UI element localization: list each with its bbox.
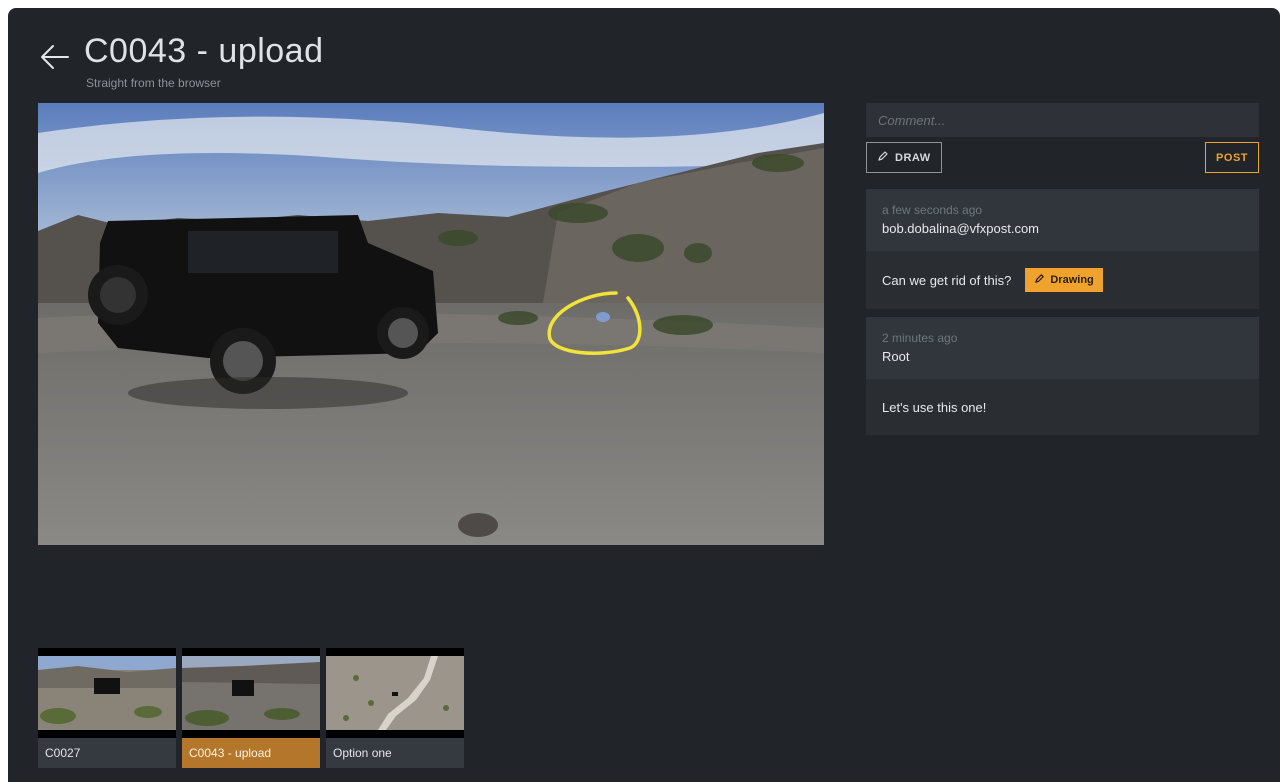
comment-header: a few seconds ago bob.dobalina@vfxpost.c… [866, 189, 1259, 251]
thumbnail-option-one[interactable]: Option one [326, 648, 464, 768]
media-viewer[interactable] [38, 103, 824, 545]
thumbnail-label: C0043 - upload [182, 738, 320, 768]
comment-timestamp: a few seconds ago [882, 203, 983, 217]
thumbnail-image [38, 648, 176, 738]
app-window: C0043 - upload Straight from the browser [8, 8, 1280, 782]
pencil-icon [877, 150, 889, 165]
comment-card: a few seconds ago bob.dobalina@vfxpost.c… [866, 189, 1259, 309]
comment-body: Let's use this one! [866, 379, 1259, 435]
comment-actions: DRAW POST [866, 137, 1259, 181]
comment-text: Let's use this one! [882, 399, 987, 415]
comment-author: Root [882, 349, 910, 364]
back-arrow-icon[interactable] [38, 40, 72, 74]
comment-panel: DRAW POST a few seconds ago bob.dobalina… [866, 103, 1259, 435]
filmstrip: C0027 C0043 - upload Option one [38, 648, 464, 768]
page-subtitle: Straight from the browser [86, 76, 221, 90]
draw-button-label: DRAW [895, 151, 931, 164]
draw-button[interactable]: DRAW [866, 142, 942, 173]
comment-header: 2 minutes ago Root [866, 317, 1259, 379]
drawing-badge-label: Drawing [1050, 274, 1094, 286]
thumbnail-c0027[interactable]: C0027 [38, 648, 176, 768]
pencil-icon [1034, 273, 1045, 287]
comment-body: Can we get rid of this? Drawing [866, 251, 1259, 309]
thumbnail-label: C0027 [38, 738, 176, 768]
page-title: C0043 - upload [84, 32, 324, 70]
drawing-badge[interactable]: Drawing [1025, 268, 1103, 292]
thumbnail-image [182, 648, 320, 738]
comment-card: 2 minutes ago Root Let's use this one! [866, 317, 1259, 435]
thumbnail-image [326, 648, 464, 738]
post-button[interactable]: POST [1205, 142, 1259, 173]
comment-text: Can we get rid of this? [882, 272, 1012, 288]
comment-timestamp: 2 minutes ago [882, 331, 958, 345]
thumbnail-label: Option one [326, 738, 464, 768]
comment-author: bob.dobalina@vfxpost.com [882, 221, 1040, 236]
comment-input[interactable] [866, 103, 1259, 137]
thumbnail-c0043-upload[interactable]: C0043 - upload [182, 648, 320, 768]
